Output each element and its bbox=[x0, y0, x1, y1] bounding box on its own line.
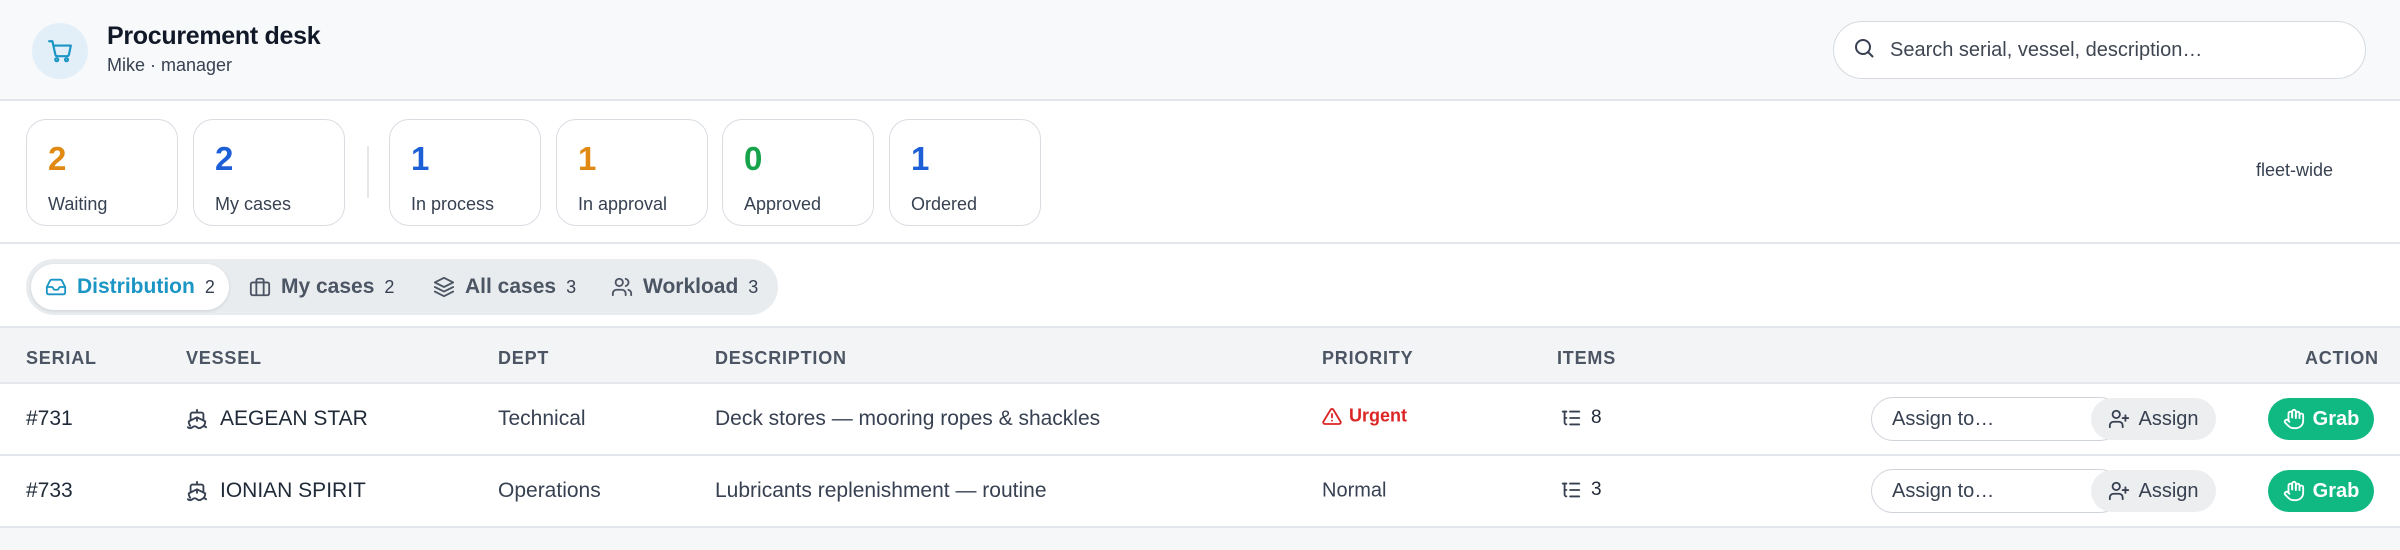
assign-button-label: Assign bbox=[2138, 479, 2199, 502]
priority-cell: Urgent bbox=[1322, 406, 1407, 427]
inbox-icon bbox=[45, 276, 67, 298]
priority-badge: Urgent bbox=[1349, 405, 1407, 426]
items-cell: 8 bbox=[1560, 407, 1602, 429]
assign-select[interactable]: Assign to… bbox=[1871, 397, 2122, 441]
items-cell: 3 bbox=[1560, 479, 1602, 501]
stat-card-ordered[interactable]: 1 Ordered bbox=[889, 119, 1041, 226]
ship-icon bbox=[186, 408, 208, 430]
user-plus-icon bbox=[2108, 480, 2130, 502]
tab-count: 2 bbox=[384, 276, 395, 297]
ship-icon bbox=[186, 480, 208, 502]
priority-cell: Normal bbox=[1322, 479, 1387, 502]
tab-count: 3 bbox=[748, 276, 759, 297]
scope-label: fleet-wide bbox=[2255, 160, 2333, 180]
stats-bar: 2 Waiting 2 My cases 1 In process 1 In a… bbox=[0, 101, 2400, 244]
stat-value: 1 bbox=[411, 140, 430, 177]
vessel-cell: AEGEAN STAR bbox=[186, 407, 368, 431]
stat-card-my-cases[interactable]: 2 My cases bbox=[193, 119, 345, 226]
shopping-cart-icon bbox=[32, 23, 88, 79]
tab-count: 3 bbox=[566, 276, 577, 297]
description-cell: Lubricants replenishment — routine bbox=[715, 479, 1047, 502]
briefcase-icon bbox=[249, 276, 271, 298]
users-icon bbox=[611, 276, 633, 298]
vessel-cell: IONIAN SPIRIT bbox=[186, 479, 366, 503]
column-header-vessel[interactable]: VESSEL bbox=[186, 348, 262, 369]
column-header-description[interactable]: DESCRIPTION bbox=[715, 348, 847, 369]
items-count: 3 bbox=[1591, 479, 1602, 500]
stat-label: Waiting bbox=[48, 194, 108, 214]
search-input[interactable] bbox=[1890, 38, 2350, 62]
grab-button[interactable]: Grab bbox=[2268, 398, 2374, 440]
app-header: Procurement desk Mike · manager bbox=[0, 0, 2400, 101]
assign-select[interactable]: Assign to… bbox=[1871, 469, 2122, 513]
stat-card-in-process[interactable]: 1 In process bbox=[389, 119, 541, 226]
stat-label: In approval bbox=[578, 194, 668, 214]
hand-icon bbox=[2283, 408, 2305, 430]
list-icon bbox=[1560, 407, 1582, 429]
column-header-dept[interactable]: DEPT bbox=[498, 348, 549, 369]
stat-card-waiting[interactable]: 2 Waiting bbox=[26, 119, 178, 226]
stat-value: 2 bbox=[215, 140, 234, 177]
stat-value: 2 bbox=[48, 140, 67, 177]
table-header: SERIAL VESSEL DEPT DESCRIPTION PRIORITY … bbox=[0, 328, 2400, 384]
tab-label: Distribution bbox=[77, 275, 195, 298]
grab-button[interactable]: Grab bbox=[2268, 470, 2374, 512]
table-row[interactable]: #733 IONIAN SPIRIT Operations Lubricants… bbox=[0, 456, 2400, 528]
description-cell: Deck stores — mooring ropes & shackles bbox=[715, 407, 1101, 430]
layers-icon bbox=[433, 276, 455, 298]
serial-cell: #731 bbox=[26, 407, 73, 430]
dept-cell: Technical bbox=[498, 407, 586, 430]
stat-card-approved[interactable]: 0 Approved bbox=[722, 119, 874, 226]
tab-distribution[interactable]: Distribution 2 bbox=[31, 264, 229, 310]
tab-all-cases[interactable]: All cases 3 bbox=[419, 264, 590, 310]
tab-workload[interactable]: Workload 3 bbox=[597, 264, 772, 310]
tab-count: 2 bbox=[204, 276, 215, 297]
user-role: Mike · manager bbox=[107, 55, 233, 75]
tab-label: Workload bbox=[643, 275, 739, 298]
vessel-name: AEGEAN STAR bbox=[220, 407, 368, 430]
stat-label: My cases bbox=[215, 194, 292, 214]
search-icon bbox=[1852, 36, 1876, 65]
stat-label: Approved bbox=[744, 194, 822, 214]
stat-value: 1 bbox=[911, 140, 930, 177]
table-row[interactable]: #731 AEGEAN STAR Technical Deck stores —… bbox=[0, 384, 2400, 456]
column-header-priority[interactable]: PRIORITY bbox=[1322, 348, 1413, 369]
divider bbox=[367, 146, 369, 198]
stat-label: In process bbox=[411, 194, 495, 214]
tab-bar: Distribution 2 My cases 2 All cases 3 Wo… bbox=[26, 259, 778, 315]
tab-label: My cases bbox=[281, 275, 375, 298]
assign-button-label: Assign bbox=[2138, 407, 2199, 430]
stat-value: 0 bbox=[744, 140, 763, 177]
column-header-serial[interactable]: SERIAL bbox=[26, 348, 97, 369]
assign-select-value: Assign to… bbox=[1892, 407, 1995, 430]
serial-cell: #733 bbox=[26, 479, 73, 502]
user-plus-icon bbox=[2108, 408, 2130, 430]
stat-value: 1 bbox=[578, 140, 597, 177]
assign-button[interactable]: Assign bbox=[2091, 470, 2216, 512]
list-icon bbox=[1560, 479, 1582, 501]
tab-my-cases[interactable]: My cases 2 bbox=[235, 264, 408, 310]
column-header-action: ACTION bbox=[2305, 348, 2379, 368]
stat-label: Ordered bbox=[911, 194, 978, 214]
vessel-name: IONIAN SPIRIT bbox=[220, 479, 366, 502]
stat-card-in-approval[interactable]: 1 In approval bbox=[556, 119, 708, 226]
tabs-area: Distribution 2 My cases 2 All cases 3 Wo… bbox=[0, 244, 2400, 328]
dept-cell: Operations bbox=[498, 479, 601, 502]
grab-button-label: Grab bbox=[2312, 407, 2360, 430]
tab-label: All cases bbox=[465, 275, 557, 298]
search-box[interactable] bbox=[1833, 21, 2366, 79]
warning-icon bbox=[1322, 406, 1342, 426]
assign-button[interactable]: Assign bbox=[2091, 398, 2216, 440]
items-count: 8 bbox=[1591, 407, 1602, 428]
hand-icon bbox=[2283, 480, 2305, 502]
grab-button-label: Grab bbox=[2312, 479, 2360, 502]
page-title: Procurement desk bbox=[107, 22, 321, 50]
column-header-items[interactable]: ITEMS bbox=[1557, 348, 1616, 369]
assign-select-value: Assign to… bbox=[1892, 479, 1995, 502]
